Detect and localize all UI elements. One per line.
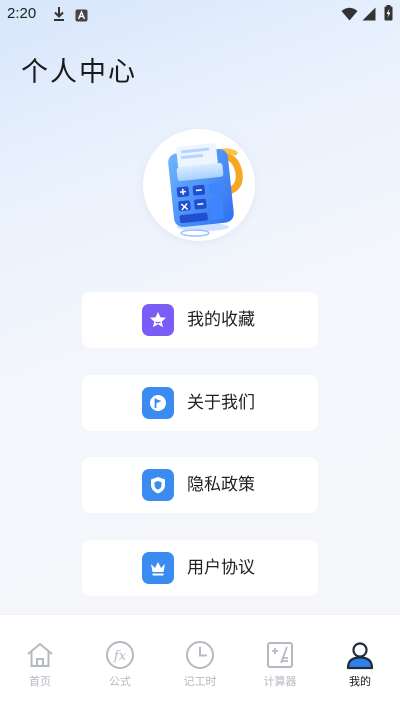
nav-label: 我的 bbox=[349, 675, 371, 688]
menu-label: 我的收藏 bbox=[187, 310, 255, 330]
nav-item-calculator[interactable]: 计算器 bbox=[240, 615, 320, 710]
home-icon bbox=[24, 639, 56, 671]
svg-text:fx: fx bbox=[113, 649, 127, 664]
star-icon bbox=[142, 304, 174, 336]
nav-item-formula[interactable]: fx 公式 bbox=[80, 615, 160, 710]
wifi-icon bbox=[341, 6, 358, 25]
flag-icon bbox=[142, 387, 174, 419]
profile-screen: 2:20 个人中心 我的收藏 关于我们 隐私政策 用户协议 首页 fx 公式 记… bbox=[0, 0, 400, 710]
user-icon bbox=[344, 639, 376, 671]
download-icon bbox=[52, 6, 66, 26]
shield-icon bbox=[142, 469, 174, 501]
a-badge-icon bbox=[75, 7, 88, 26]
calculator-illustration-icon bbox=[168, 143, 243, 237]
nav-label: 公式 bbox=[109, 675, 131, 688]
nav-item-home[interactable]: 首页 bbox=[0, 615, 80, 710]
nav-label: 计算器 bbox=[263, 675, 297, 688]
nav-label: 记工时 bbox=[183, 675, 217, 688]
menu-label: 隐私政策 bbox=[187, 475, 255, 495]
avatar[interactable] bbox=[143, 129, 255, 241]
menu-item-favorites[interactable]: 我的收藏 bbox=[82, 292, 318, 348]
nav-label: 首页 bbox=[29, 675, 51, 688]
battery-charging-icon bbox=[384, 5, 393, 25]
menu-label: 用户协议 bbox=[187, 558, 255, 578]
crown-icon bbox=[142, 552, 174, 584]
fx-icon: fx bbox=[104, 639, 136, 671]
clock-icon bbox=[184, 639, 216, 671]
menu-item-user-agreement[interactable]: 用户协议 bbox=[82, 540, 318, 596]
menu-item-privacy-policy[interactable]: 隐私政策 bbox=[82, 457, 318, 513]
calculator-icon bbox=[264, 639, 296, 671]
page-title: 个人中心 bbox=[21, 57, 137, 88]
signal-icon bbox=[362, 6, 376, 25]
menu-item-about[interactable]: 关于我们 bbox=[82, 375, 318, 431]
status-time: 2:20 bbox=[7, 5, 37, 22]
nav-item-mine[interactable]: 我的 bbox=[320, 615, 400, 710]
bottom-nav: 首页 fx 公式 记工时 计算器 我的 bbox=[0, 614, 400, 710]
status-bar: 2:20 bbox=[0, 0, 400, 28]
menu-label: 关于我们 bbox=[187, 393, 255, 413]
nav-item-timesheet[interactable]: 记工时 bbox=[160, 615, 240, 710]
